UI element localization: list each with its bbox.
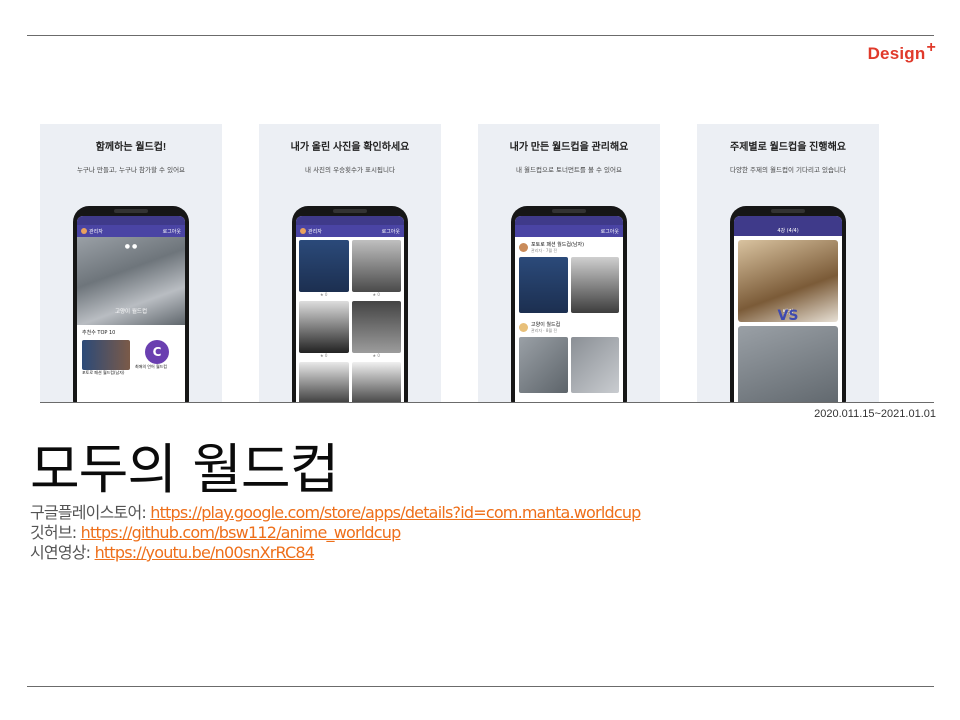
photo-thumb[interactable] (351, 301, 401, 353)
app-user: 관리자 (308, 228, 322, 235)
link-label: 구글플레이스토어: (30, 503, 147, 522)
status-bar (515, 216, 623, 225)
card-subtitle: 누구나 만들고, 누구나 참가할 수 있어요 (76, 166, 186, 174)
app-bar: 로그아웃 (515, 225, 623, 237)
promo-card-4: 주제별로 월드컵을 진행해요 다양한 주제의 월드컵이 기다리고 있습니다 4강… (697, 124, 879, 402)
vs-label: VS (777, 308, 799, 324)
link-row-playstore: 구글플레이스토어: https://play.google.com/store/… (30, 503, 641, 523)
hero-image: ● ● 고양이 월드컵 (77, 237, 185, 325)
phone-mockup: 4강 (4/4) 뱅갈 VS (730, 206, 846, 402)
contender-image[interactable] (738, 326, 838, 402)
phone-mockup: 로그아웃 포토로 패션 월드컵(남자) 관리자 · 7월 전 고양이 월드컵 관… (511, 206, 627, 402)
github-link[interactable]: https://github.com/bsw112/anime_worldcup (81, 523, 402, 542)
phone-notch (333, 209, 367, 213)
playstore-link[interactable]: https://play.google.com/store/apps/detai… (150, 503, 641, 522)
thumb-label: 포토로 패션 월드컵(남자) (82, 370, 125, 375)
brand-plus-icon: + (926, 39, 936, 56)
post-title: 포토로 패션 월드컵(남자) (531, 242, 585, 248)
post-image (519, 257, 568, 313)
csharp-icon[interactable]: C (145, 340, 169, 364)
post-image (570, 337, 619, 393)
hero-caption: 고양이 월드컵 (114, 309, 148, 315)
post-meta: 관리자 · 7월 전 (531, 248, 558, 253)
link-list: 구글플레이스토어: https://play.google.com/store/… (30, 503, 641, 563)
photo-thumb[interactable] (299, 301, 349, 353)
avatar (81, 228, 87, 234)
round-indicator: 4강 (4/4) (734, 225, 842, 236)
screenshot-gallery: 함께하는 월드컵! 누구나 만들고, 누구나 참가할 수 있어요 관리자 로그아… (40, 124, 880, 402)
phone-notch (552, 209, 586, 213)
date-range: 2020.011.15~2021.01.01 (814, 408, 936, 420)
app-bar: 관리자 로그아웃 (77, 225, 185, 237)
card-subtitle: 내 사진의 우승횟수가 표시됩니다 (305, 166, 395, 174)
app-bar: 관리자 로그아웃 (296, 225, 404, 237)
post-title: 고양이 월드컵 (531, 322, 561, 328)
post-image (570, 257, 619, 313)
card-subtitle: 다양한 주제의 월드컵이 기다리고 있습니다 (730, 166, 846, 174)
phone-notch (771, 209, 805, 213)
card-title: 주제별로 월드컵을 진행해요 (730, 142, 846, 153)
status-bar (734, 216, 842, 225)
card-title: 내가 올린 사진을 확인하세요 (290, 142, 410, 153)
photo-thumb[interactable] (351, 362, 401, 402)
promo-card-2: 내가 올린 사진을 확인하세요 내 사진의 우승횟수가 표시됩니다 관리자 로그… (259, 124, 441, 402)
photo-thumb[interactable] (299, 362, 349, 402)
avatar (300, 228, 306, 234)
card-title: 함께하는 월드컵! (95, 142, 167, 153)
logout-button[interactable]: 로그아웃 (601, 228, 619, 235)
logout-button[interactable]: 로그아웃 (163, 228, 181, 235)
avatar (519, 323, 528, 332)
carousel-dots-icon: ● ● (124, 243, 138, 250)
section-heading: 추천수 TOP 10 (82, 330, 116, 336)
app-user: 관리자 (89, 228, 103, 235)
avatar (519, 243, 528, 252)
link-row-video: 시연영상: https://youtu.be/n00snXrRC84 (30, 543, 641, 563)
photo-thumb[interactable] (351, 240, 401, 292)
phone-mockup: 관리자 로그아웃 ★ 0 ★ 0 ★ 0 ★ 0 (292, 206, 408, 402)
promo-card-1: 함께하는 월드컵! 누구나 만들고, 누구나 참가할 수 있어요 관리자 로그아… (40, 124, 222, 402)
thumb-image[interactable] (82, 340, 130, 370)
card-subtitle: 내 월드컵으로 토너먼트를 볼 수 있어요 (515, 166, 622, 174)
logout-button[interactable]: 로그아웃 (382, 228, 400, 235)
thumb-label: 최애의 언어 월드컵 (135, 364, 167, 369)
phone-screen: 관리자 로그아웃 ● ● 고양이 월드컵 추천수 TOP 10 포토로 패션 월… (77, 216, 185, 402)
win-count: ★ 0 (320, 292, 328, 297)
phone-screen: 4강 (4/4) 뱅갈 VS (734, 216, 842, 402)
photo-thumb[interactable] (299, 240, 349, 292)
brand-name: Design (867, 44, 926, 63)
phone-notch (114, 209, 148, 213)
link-label: 시연영상: (30, 543, 91, 562)
phone-mockup: 관리자 로그아웃 ● ● 고양이 월드컵 추천수 TOP 10 포토로 패션 월… (73, 206, 189, 402)
post-image (519, 337, 568, 393)
win-count: ★ 0 (372, 292, 380, 297)
phone-screen: 관리자 로그아웃 ★ 0 ★ 0 ★ 0 ★ 0 (296, 216, 404, 402)
link-row-github: 깃허브: https://github.com/bsw112/anime_wor… (30, 523, 641, 543)
photo-grid: ★ 0 ★ 0 ★ 0 ★ 0 (296, 237, 404, 402)
page-title: 모두의 월드컵 (30, 438, 339, 501)
phone-screen: 로그아웃 포토로 패션 월드컵(남자) 관리자 · 7월 전 고양이 월드컵 관… (515, 216, 623, 402)
win-count: ★ 0 (320, 353, 328, 358)
win-count: ★ 0 (372, 353, 380, 358)
worldcup-post[interactable]: 고양이 월드컵 관리자 · 8월 전 (515, 317, 623, 397)
link-label: 깃허브: (30, 523, 77, 542)
status-bar (77, 216, 185, 225)
top-divider (27, 35, 934, 36)
worldcup-post[interactable]: 포토로 패션 월드컵(남자) 관리자 · 7월 전 (515, 237, 623, 317)
card-title: 내가 만든 월드컵을 관리해요 (509, 142, 629, 153)
bottom-divider (27, 686, 934, 687)
promo-card-3: 내가 만든 월드컵을 관리해요 내 월드컵으로 토너먼트를 볼 수 있어요 로그… (478, 124, 660, 402)
post-meta: 관리자 · 8월 전 (531, 328, 558, 333)
gallery-divider (40, 402, 934, 403)
recommend-row: 포토로 패션 월드컵(남자) C 최애의 언어 월드컵 (77, 340, 185, 376)
brand-logo: Design+ (867, 39, 936, 64)
video-link[interactable]: https://youtu.be/n00snXrRC84 (95, 543, 315, 562)
status-bar (296, 216, 404, 225)
